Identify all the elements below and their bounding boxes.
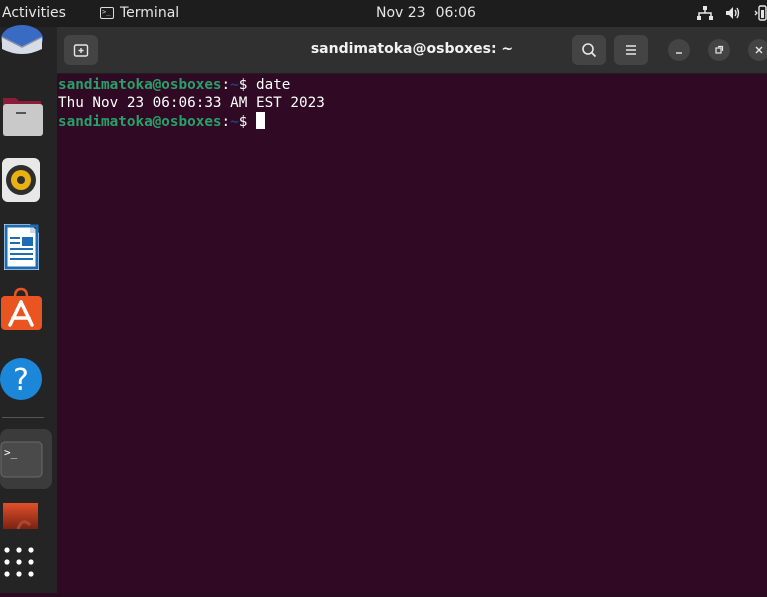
libreoffice-writer-icon xyxy=(4,224,39,270)
terminal-small-icon: >_ xyxy=(100,7,114,19)
rhythmbox-icon xyxy=(2,158,40,202)
dock-item-show-apps[interactable] xyxy=(0,537,52,593)
menu-button[interactable] xyxy=(614,35,648,65)
prompt-user: sandimatoka@osboxes xyxy=(58,114,222,130)
clock[interactable]: Nov 23 06:06 xyxy=(376,5,476,21)
help-icon: ? xyxy=(0,358,42,400)
terminal-content[interactable]: sandimatoka@osboxes:~$ date Thu Nov 23 06… xyxy=(58,76,758,131)
terminal-line: sandimatoka@osboxes:~$ date xyxy=(58,76,758,94)
dock-item-thunderbird[interactable] xyxy=(0,7,52,67)
header-bar: sandimatoka@osboxes: ~ xyxy=(57,27,767,74)
minimize-button[interactable] xyxy=(668,39,690,61)
svg-text:?: ? xyxy=(13,363,29,398)
files-icon xyxy=(3,98,43,136)
close-button[interactable] xyxy=(748,39,767,61)
menu-icon xyxy=(626,45,636,55)
prompt-path: ~ xyxy=(230,77,239,93)
prompt-path: ~ xyxy=(230,114,239,130)
partial-app-icon xyxy=(3,503,38,530)
prompt-user: sandimatoka@osboxes xyxy=(58,77,222,93)
minimize-icon xyxy=(676,52,682,54)
text-cursor xyxy=(255,112,265,129)
dock: ? >_ xyxy=(0,25,57,593)
search-button[interactable] xyxy=(572,35,606,65)
dock-item-terminal[interactable]: >_ xyxy=(0,429,52,489)
svg-text:>_: >_ xyxy=(4,446,18,459)
terminal-icon: >_ xyxy=(0,441,43,478)
terminal-line: sandimatoka@osboxes:~$ xyxy=(58,112,758,131)
terminal-window: sandimatoka@osboxes: ~ sandimatoka@osbox… xyxy=(57,27,767,593)
dock-item-files[interactable] xyxy=(0,86,52,146)
battery-icon xyxy=(753,5,767,21)
dock-item-app-center[interactable] xyxy=(0,283,52,343)
dock-item-writer[interactable] xyxy=(0,217,52,277)
prompt-separator: : xyxy=(221,77,231,93)
maximize-icon xyxy=(715,45,724,54)
thunderbird-icon xyxy=(1,25,43,54)
clock-time: 06:06 xyxy=(435,5,476,21)
close-icon xyxy=(755,46,763,54)
maximize-button[interactable] xyxy=(708,39,730,61)
window-title: sandimatoka@osboxes: ~ xyxy=(310,41,514,57)
show-apps-icon xyxy=(4,547,34,577)
app-center-icon xyxy=(1,287,42,330)
command-text: date xyxy=(247,77,291,93)
top-bar: Activities >_ Terminal Nov 23 06:06 xyxy=(0,0,767,27)
clock-date: Nov 23 xyxy=(376,5,426,21)
dock-item-rhythmbox[interactable] xyxy=(0,150,52,210)
volume-icon xyxy=(725,6,741,20)
app-menu[interactable]: >_ Terminal xyxy=(100,5,179,21)
app-menu-label: Terminal xyxy=(120,5,180,21)
prompt-symbol: $ xyxy=(238,114,248,130)
system-tray[interactable] xyxy=(697,5,767,21)
dock-item-help[interactable]: ? xyxy=(0,349,52,409)
prompt-separator: : xyxy=(221,114,231,130)
search-icon xyxy=(582,43,597,58)
terminal-output-line: Thu Nov 23 06:06:33 AM EST 2023 xyxy=(58,95,325,111)
network-icon xyxy=(697,6,713,20)
dock-separator xyxy=(2,417,44,418)
